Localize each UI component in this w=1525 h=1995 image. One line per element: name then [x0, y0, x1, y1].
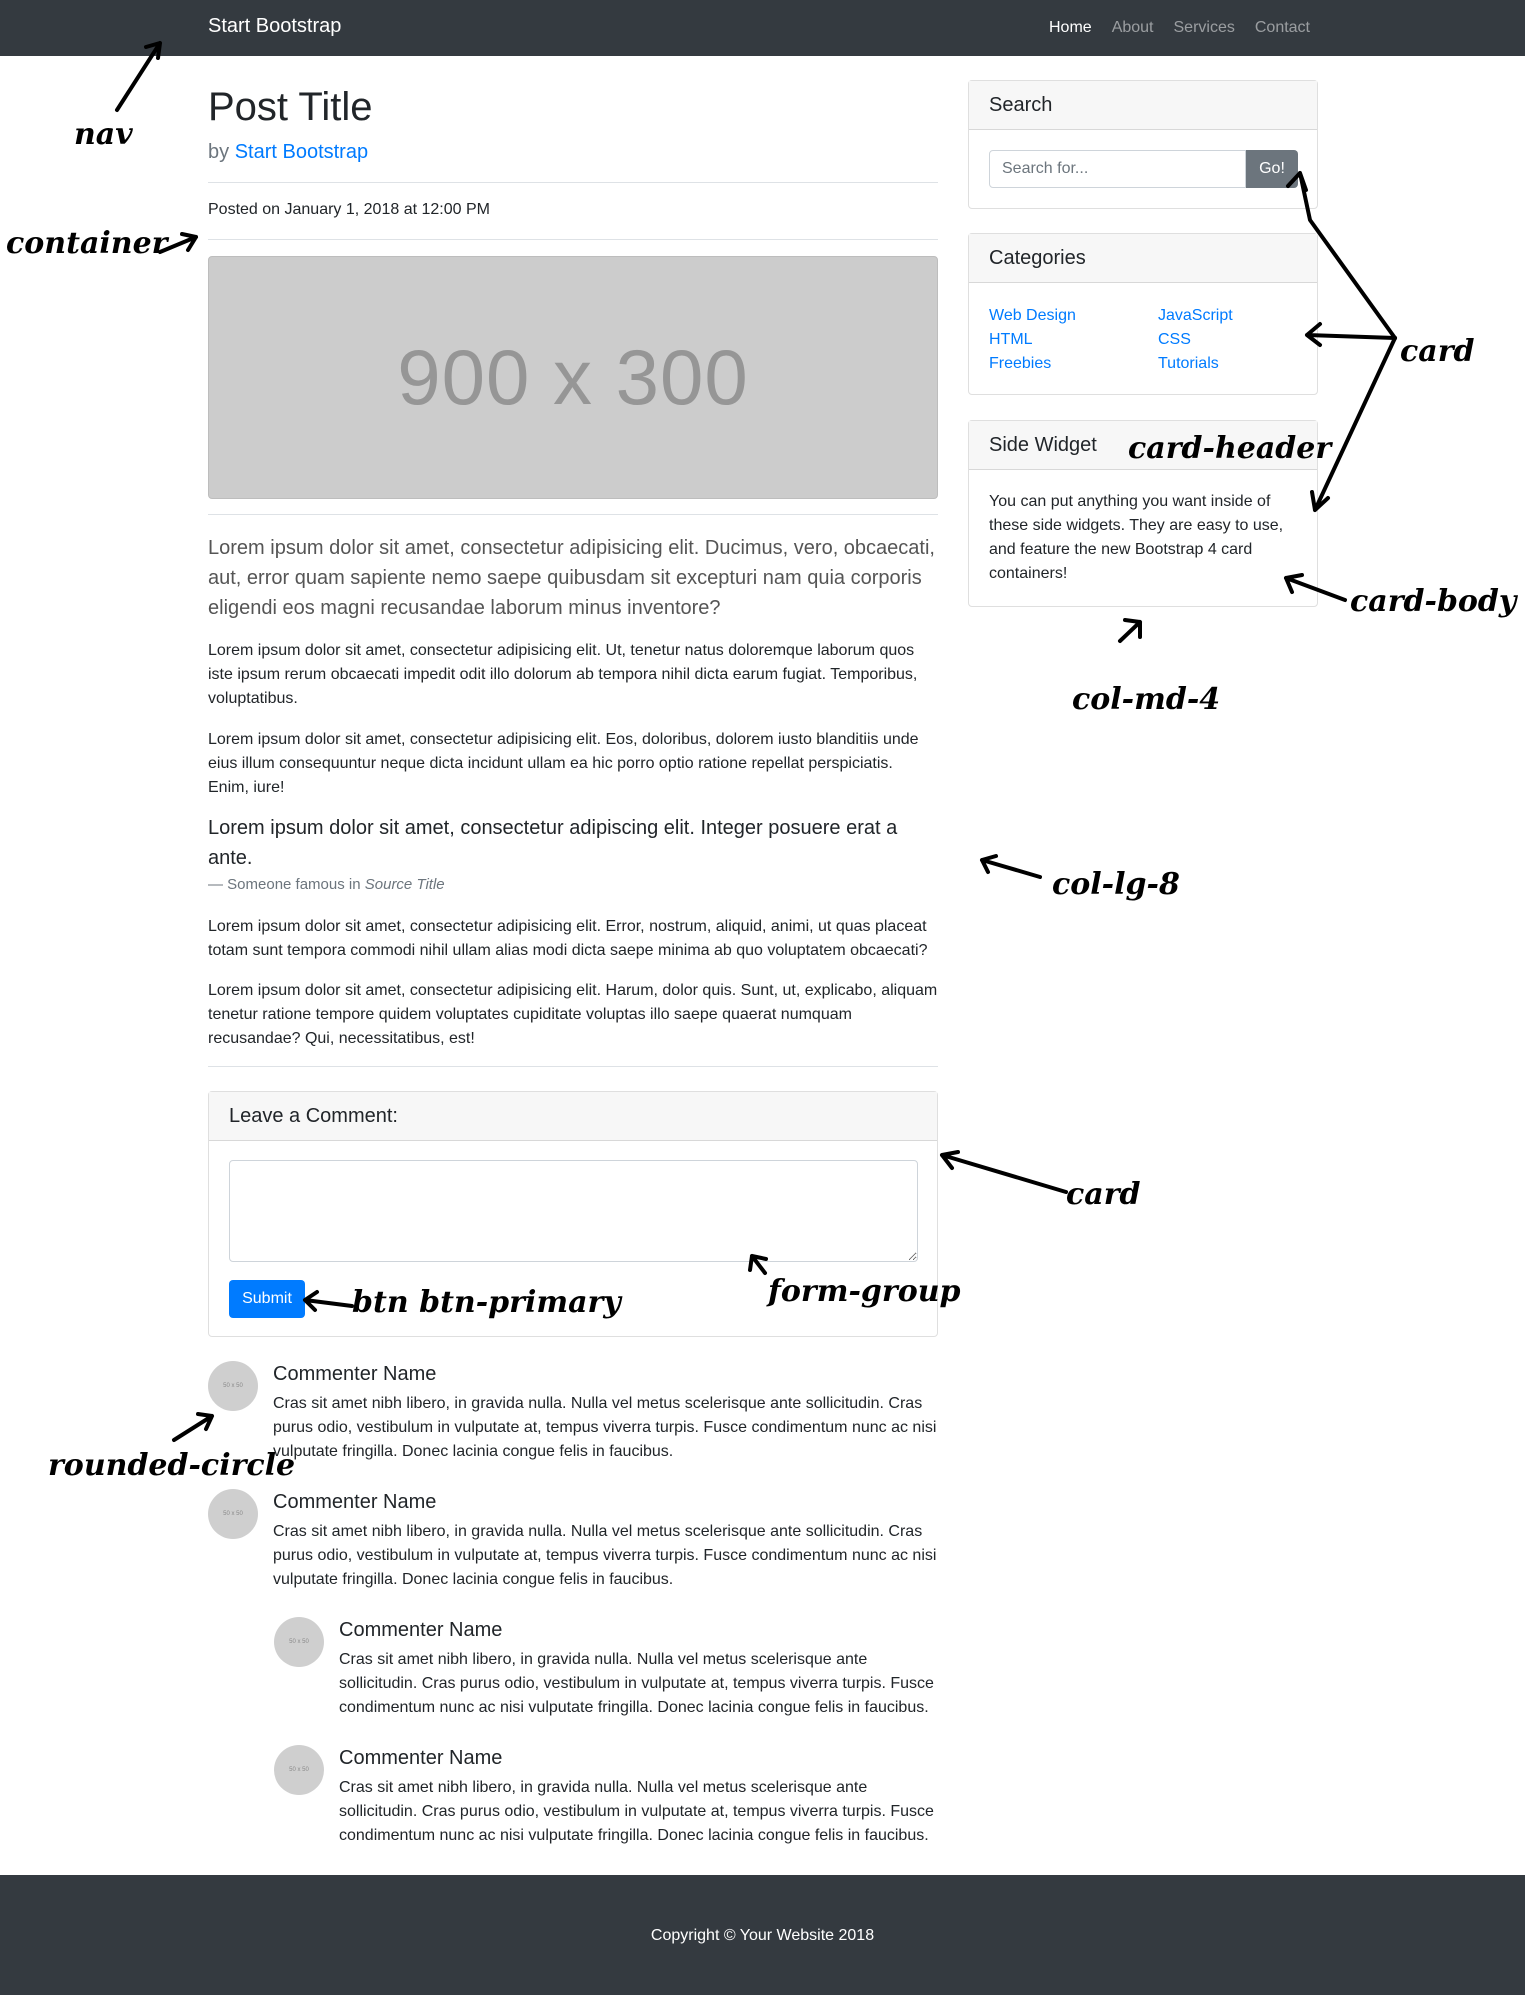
submit-button[interactable]: Submit [229, 1280, 305, 1318]
commenter-name: Commenter Name [273, 1491, 437, 1513]
search-input-group: Go! [989, 150, 1298, 188]
comment-text: Cras sit amet nibh libero, in gravida nu… [273, 1395, 937, 1460]
categories-card: Categories Web Design JavaScript HTML CS… [968, 233, 1318, 395]
nav-link-home[interactable]: Home [1049, 19, 1092, 37]
blockquote: Lorem ipsum dolor sit amet, consectetur … [208, 817, 898, 869]
category-link-web-design[interactable]: Web Design [989, 304, 1158, 328]
annotation-label: col-md-4 [1072, 682, 1221, 717]
post-date: Posted on January 1, 2018 at 12:00 PM [208, 201, 490, 218]
annotation-label: nav [74, 117, 133, 152]
divider [208, 182, 938, 183]
post-image: 900 x 300 [208, 256, 938, 499]
divider [208, 514, 938, 515]
author-link[interactable]: Start Bootstrap [235, 141, 368, 163]
annotation-label: card-body [1350, 584, 1517, 619]
post-paragraph: Lorem ipsum dolor sit amet, consectetur … [208, 982, 938, 1047]
comment: 50 x 50 Commenter Name Cras sit amet nib… [208, 1361, 938, 1471]
nav-link-services[interactable]: Services [1174, 19, 1235, 37]
quote-footer-prefix: — Someone famous in [208, 876, 361, 893]
post-paragraph: Lorem ipsum dolor sit amet, consectetur … [208, 918, 928, 959]
category-link-tutorials[interactable]: Tutorials [1158, 352, 1327, 376]
nested-comment: 50 x 50 Commenter Name Cras sit amet nib… [274, 1745, 938, 1855]
byline-prefix: by [208, 141, 230, 163]
comment-text: Cras sit amet nibh libero, in gravida nu… [339, 1651, 934, 1716]
nav-link-about[interactable]: About [1112, 19, 1154, 37]
post-paragraph: Lorem ipsum dolor sit amet, consectetur … [208, 642, 918, 707]
annotation-label: card [1066, 1177, 1141, 1212]
post-paragraph: Lorem ipsum dolor sit amet, consectetur … [208, 731, 919, 796]
post-title: Post Title [208, 85, 373, 129]
comment-text: Cras sit amet nibh libero, in gravida nu… [339, 1779, 934, 1844]
annotation-label: card [1400, 334, 1475, 369]
annotation-label: col-lg-8 [1052, 867, 1180, 902]
annotation-label: card-header [1128, 431, 1332, 466]
commenter-name: Commenter Name [339, 1619, 503, 1641]
annotation-label: form-group [768, 1274, 961, 1309]
side-widget-text: You can put anything you want inside of … [989, 493, 1284, 582]
avatar: 50 x 50 [208, 1489, 258, 1539]
search-go-button[interactable]: Go! [1246, 150, 1298, 188]
navbar-brand[interactable]: Start Bootstrap [208, 15, 341, 38]
comment-text: Cras sit amet nibh libero, in gravida nu… [273, 1523, 937, 1588]
divider [208, 239, 938, 240]
commenter-name: Commenter Name [273, 1363, 437, 1385]
categories-list: Web Design JavaScript HTML CSS Freebies … [989, 304, 1327, 376]
categories-card-header: Categories [969, 234, 1317, 283]
annotation-label: container [6, 226, 168, 261]
divider [208, 1066, 938, 1067]
category-link-html[interactable]: HTML [989, 328, 1158, 352]
annotation-label: rounded-circle [48, 1448, 296, 1483]
annotation-label: btn btn-primary [352, 1285, 621, 1320]
category-link-javascript[interactable]: JavaScript [1158, 304, 1327, 328]
nav-link-contact[interactable]: Contact [1255, 19, 1310, 37]
category-link-freebies[interactable]: Freebies [989, 352, 1158, 376]
category-link-css[interactable]: CSS [1158, 328, 1327, 352]
image-placeholder-label: 900 x 300 [397, 333, 749, 421]
comment-card-header: Leave a Comment: [209, 1092, 937, 1141]
navbar: Start Bootstrap Home About Services Cont… [0, 0, 1525, 56]
avatar: 50 x 50 [274, 1617, 324, 1667]
avatar: 50 x 50 [208, 1361, 258, 1411]
blockquote-footer: — Someone famous in Source Title [208, 876, 445, 893]
search-card: Search Go! [968, 80, 1318, 209]
quote-source: Source Title [364, 876, 445, 893]
post-lead: Lorem ipsum dolor sit amet, consectetur … [208, 537, 935, 619]
nav-links: Home About Services Contact [1049, 19, 1310, 37]
avatar: 50 x 50 [274, 1745, 324, 1795]
comment-textarea[interactable] [229, 1160, 918, 1262]
search-input[interactable] [989, 150, 1246, 188]
commenter-name: Commenter Name [339, 1747, 503, 1769]
post-byline: by Start Bootstrap [208, 141, 368, 164]
comment: 50 x 50 Commenter Name Cras sit amet nib… [208, 1489, 938, 1599]
copyright-text: Copyright © Your Website 2018 [650, 1927, 875, 1944]
search-card-header: Search [969, 81, 1317, 130]
footer: Copyright © Your Website 2018 [0, 1875, 1525, 1995]
nested-comment: 50 x 50 Commenter Name Cras sit amet nib… [274, 1617, 938, 1727]
